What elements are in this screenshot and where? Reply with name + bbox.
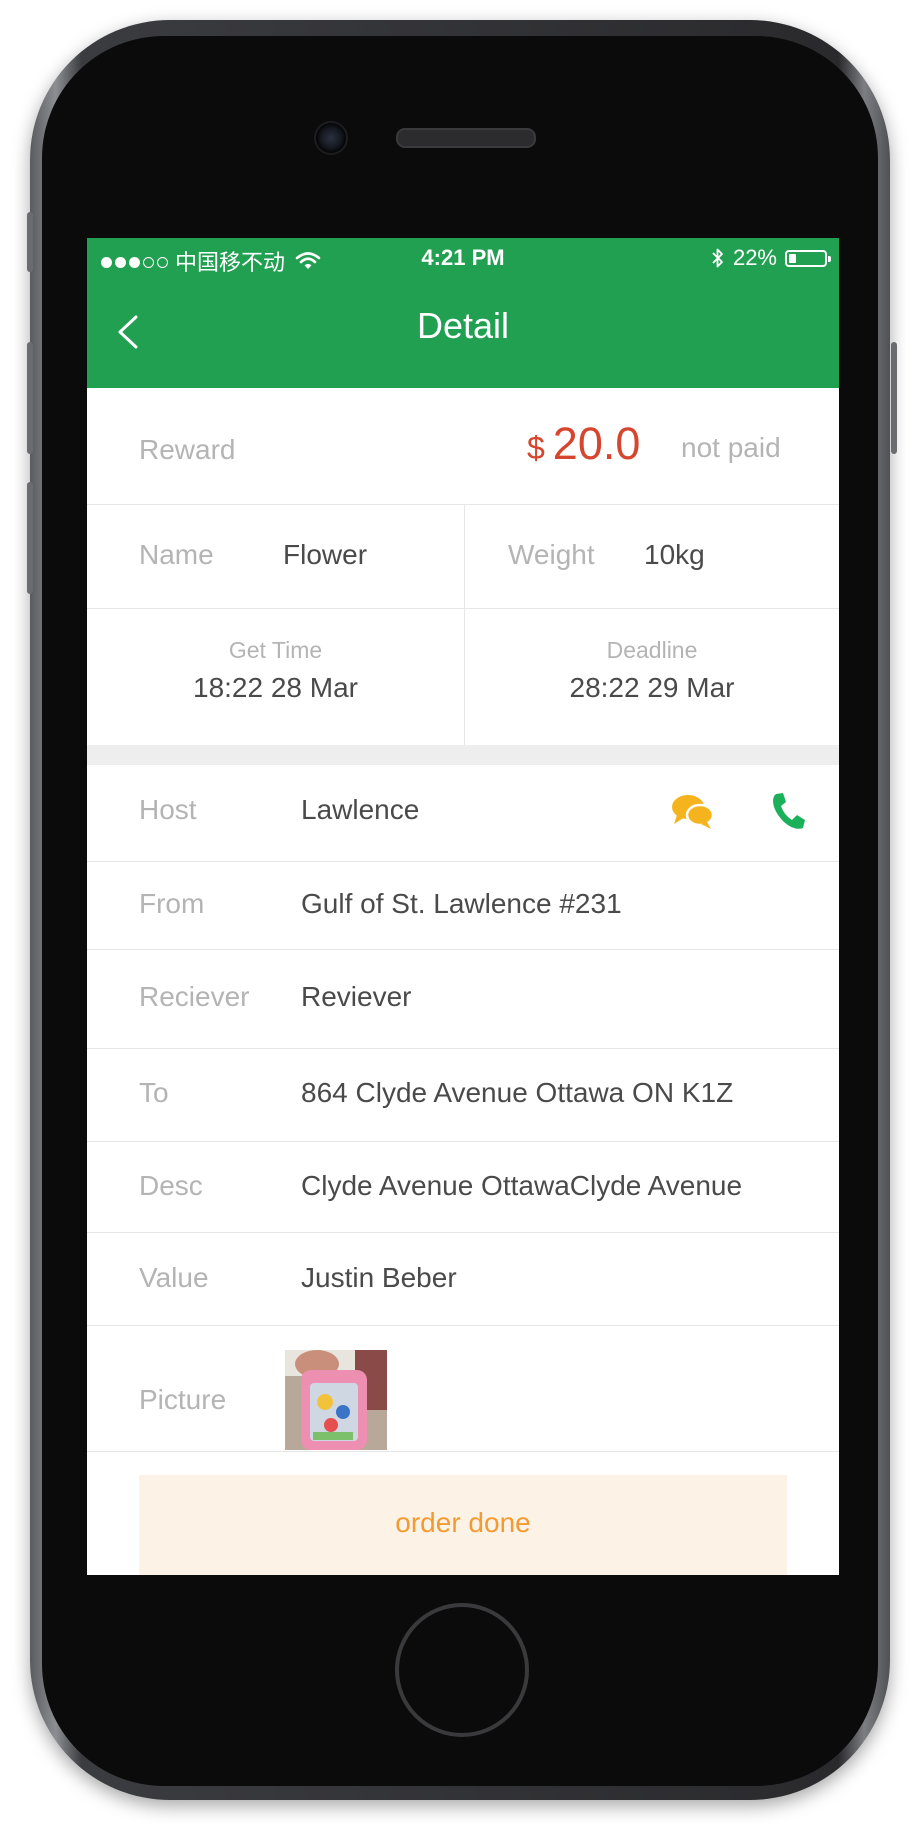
home-button[interactable] bbox=[395, 1603, 529, 1737]
reward-value: 20.0 bbox=[552, 418, 641, 469]
host-row: Host Lawlence bbox=[87, 765, 839, 862]
picture-row: Picture bbox=[87, 1326, 839, 1452]
reward-row: Reward $20.0 not paid bbox=[87, 388, 839, 505]
battery-icon bbox=[785, 249, 831, 267]
currency-symbol: $ bbox=[527, 430, 545, 466]
order-done-button[interactable]: order done bbox=[139, 1475, 787, 1575]
battery-percent: 22% bbox=[732, 245, 777, 270]
photo-image bbox=[285, 1350, 387, 1450]
name-label: Name bbox=[139, 539, 214, 570]
reward-amount: $20.0 bbox=[527, 418, 640, 470]
time-row: Get Time 18:22 28 Mar Deadline 28:22 29 … bbox=[87, 609, 839, 745]
to-value: 864 Clyde Avenue Ottawa ON K1Z bbox=[301, 1077, 734, 1108]
from-value: Gulf of St. Lawlence #231 bbox=[301, 888, 622, 919]
bluetooth-icon bbox=[712, 248, 723, 268]
picture-thumbnail[interactable] bbox=[285, 1350, 387, 1450]
cell-divider bbox=[464, 505, 465, 609]
nav-bar: Detail bbox=[87, 278, 839, 388]
to-row: To 864 Clyde Avenue Ottawa ON K1Z bbox=[87, 1049, 839, 1142]
value-value: Justin Beber bbox=[301, 1262, 457, 1293]
battery-fill bbox=[789, 253, 796, 263]
receiver-label: Reciever bbox=[139, 981, 250, 1012]
name-value: Flower bbox=[283, 539, 368, 570]
name-weight-row: Name Flower Weight 10kg bbox=[87, 505, 839, 609]
weight-label: Weight bbox=[508, 539, 595, 570]
phone-icon[interactable] bbox=[770, 791, 806, 831]
host-label: Host bbox=[139, 794, 197, 825]
chat-bubbles-icon[interactable] bbox=[671, 793, 715, 831]
power-button bbox=[891, 342, 897, 454]
status-right-group: 22% bbox=[711, 245, 831, 271]
from-row: From Gulf of St. Lawlence #231 bbox=[87, 862, 839, 950]
get-time-value: 18:22 28 Mar bbox=[193, 672, 358, 703]
desc-label: Desc bbox=[139, 1170, 203, 1201]
value-label: Value bbox=[139, 1262, 209, 1293]
deadline-value: 28:22 29 Mar bbox=[569, 672, 735, 703]
reward-label: Reward bbox=[139, 434, 236, 465]
weight-value: 10kg bbox=[644, 539, 705, 570]
get-time-cell: Get Time 18:22 28 Mar bbox=[87, 609, 464, 745]
picture-label: Picture bbox=[139, 1384, 227, 1415]
receiver-value: Reviever bbox=[301, 981, 412, 1012]
from-label: From bbox=[139, 888, 205, 919]
to-label: To bbox=[139, 1077, 169, 1108]
receiver-row: Reciever Reviever bbox=[87, 950, 839, 1049]
section-gap bbox=[87, 745, 839, 765]
earpiece-speaker bbox=[396, 128, 536, 148]
payment-status: not paid bbox=[681, 432, 781, 463]
mute-switch bbox=[27, 212, 33, 272]
page-title: Detail bbox=[416, 305, 510, 346]
app-screen: 中国移不动 4:21 PM 22% Detail Reward $ 20.0 n… bbox=[87, 238, 839, 1575]
desc-row: Desc Clyde Avenue OttawaClyde Avenue bbox=[87, 1142, 839, 1233]
value-row: Value Justin Beber bbox=[87, 1233, 839, 1326]
deadline-label: Deadline bbox=[606, 637, 698, 663]
desc-value: Clyde Avenue OttawaClyde Avenue bbox=[301, 1170, 743, 1201]
status-bar: 中国移不动 4:21 PM 22% bbox=[87, 238, 839, 278]
host-value: Lawlence bbox=[301, 794, 420, 825]
deadline-cell: Deadline 28:22 29 Mar bbox=[465, 609, 839, 745]
volume-up-button bbox=[27, 342, 33, 454]
volume-down-button bbox=[27, 482, 33, 594]
get-time-label: Get Time bbox=[228, 637, 323, 663]
front-camera bbox=[314, 121, 348, 155]
